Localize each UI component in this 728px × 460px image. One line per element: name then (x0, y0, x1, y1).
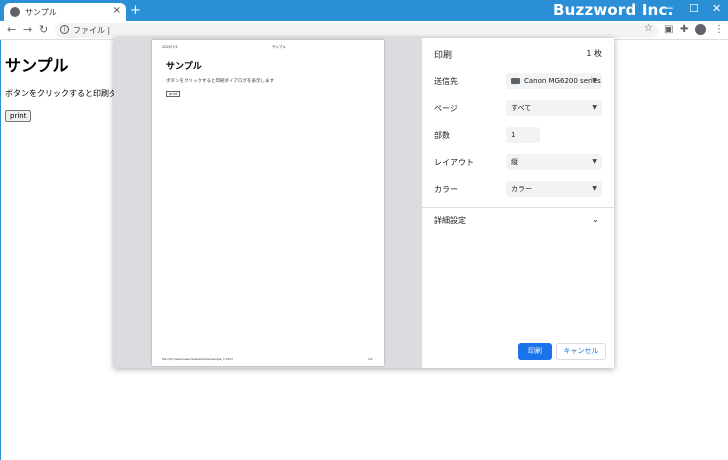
preview-header-date: 2020/7/1 (162, 45, 178, 49)
layout-label: レイアウト (434, 158, 474, 167)
dropdown-arrow-icon: ▼ (592, 77, 597, 84)
copies-input[interactable]: 1 (506, 127, 540, 143)
preview-button: print (166, 91, 181, 97)
destination-value: Canon MG6200 series (524, 77, 601, 85)
color-label: カラー (434, 185, 458, 194)
destination-label: 送信先 (434, 77, 458, 86)
preview-paragraph: ボタンをクリックすると印刷ダイアログを表示します (166, 79, 274, 84)
extension-icon[interactable]: ▣ (664, 24, 673, 35)
print-dialog: 2020/7/1 サンプル サンプル ボタンをクリックすると印刷ダイアログを表示… (114, 38, 614, 368)
color-select[interactable]: カラー ▼ (506, 181, 602, 197)
page-paragraph: ボタンをクリックすると印刷ダ (5, 89, 117, 98)
destination-select[interactable]: Canon MG6200 series ▼ (506, 73, 602, 89)
page-title: サンプル (5, 56, 69, 75)
menu-icon[interactable]: ⋮ (714, 24, 724, 35)
forward-icon[interactable]: → (23, 23, 32, 36)
print-page-button[interactable]: print (5, 110, 32, 122)
pages-select[interactable]: すべて ▼ (506, 100, 602, 116)
globe-icon (10, 7, 20, 17)
browser-tab[interactable]: サンプル × (4, 3, 126, 21)
window-titlebar: サンプル × + Buzzword Inc. ─ ☐ ✕ (0, 0, 728, 21)
divider (422, 207, 614, 208)
print-title: 印刷 (434, 51, 453, 61)
brand-watermark: Buzzword Inc. (553, 1, 674, 19)
more-settings-toggle[interactable]: 詳細設定 ⌄ (434, 215, 599, 226)
dropdown-arrow-icon: ▼ (592, 158, 597, 165)
preview-footer-page: 1/1 (368, 357, 373, 361)
tab-close-icon[interactable]: × (113, 5, 121, 16)
avatar-icon[interactable] (695, 24, 706, 35)
address-bar[interactable]: i ファイル | ☆ (55, 23, 658, 38)
info-icon[interactable]: i (60, 25, 69, 34)
pages-value: すべて (511, 104, 532, 112)
preview-heading: サンプル (166, 62, 202, 72)
pages-label: ページ (434, 104, 458, 113)
sheet-count: 1 枚 (586, 49, 602, 58)
preview-footer-url: file:///C:/users/user/web/sample/sample_… (162, 357, 233, 361)
star-icon[interactable]: ☆ (644, 23, 653, 34)
url-text: ファイル | (73, 26, 111, 35)
preview-header-title: サンプル (272, 45, 286, 49)
close-window-button[interactable]: ✕ (712, 2, 721, 15)
chevron-down-icon: ⌄ (592, 215, 599, 224)
more-settings-label: 詳細設定 (434, 216, 466, 225)
layout-select[interactable]: 縦 ▼ (506, 154, 602, 170)
preview-sheet: 2020/7/1 サンプル サンプル ボタンをクリックすると印刷ダイアログを表示… (152, 40, 384, 366)
dropdown-arrow-icon: ▼ (592, 185, 597, 192)
tab-title: サンプル (25, 8, 57, 17)
cancel-button[interactable]: キャンセル (556, 343, 606, 360)
back-icon[interactable]: ← (7, 23, 16, 36)
minimize-button[interactable]: ─ (666, 2, 673, 15)
puzzle-icon[interactable]: ✚ (680, 24, 688, 35)
new-tab-button[interactable]: + (130, 4, 141, 17)
copies-label: 部数 (434, 131, 450, 140)
layout-value: 縦 (511, 158, 518, 166)
maximize-button[interactable]: ☐ (689, 2, 699, 15)
color-value: カラー (511, 185, 532, 193)
dropdown-arrow-icon: ▼ (592, 104, 597, 111)
print-button[interactable]: 印刷 (518, 343, 552, 360)
print-preview-area: 2020/7/1 サンプル サンプル ボタンをクリックすると印刷ダイアログを表示… (114, 38, 422, 368)
printer-icon (511, 78, 520, 84)
window-border (0, 40, 1, 460)
reload-icon[interactable]: ↻ (39, 23, 48, 36)
print-settings-panel: 印刷 1 枚 送信先 Canon MG6200 series ▼ ページ すべて… (422, 38, 614, 368)
